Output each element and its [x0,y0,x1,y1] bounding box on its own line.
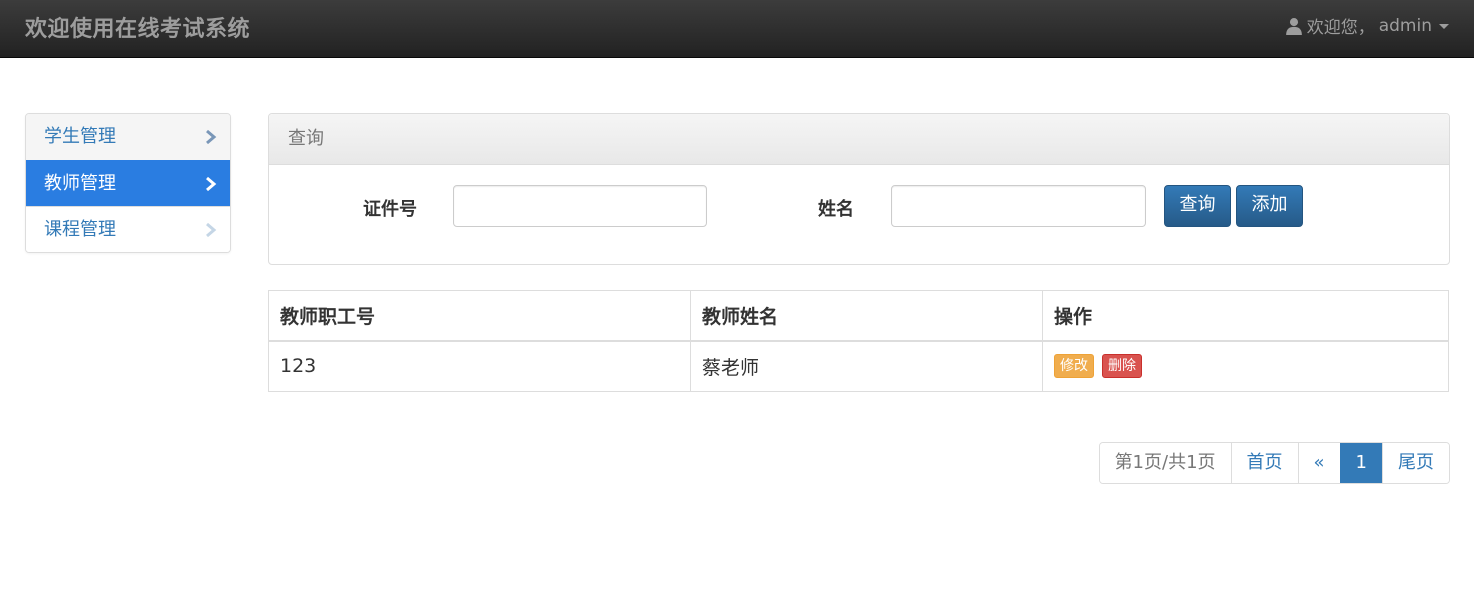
column-header-teacher-name: 教师姓名 [690,290,1043,342]
user-menu-dropdown[interactable]: 欢迎您， admin [1285,13,1449,38]
chevron-right-icon [206,176,217,192]
sidebar-item-label: 课程管理 [44,219,116,240]
sidebar-item-label: 教师管理 [44,173,116,194]
username: admin [1378,15,1432,36]
cell-teacher-name: 蔡老师 [690,340,1043,392]
name-input[interactable] [891,185,1146,227]
add-button[interactable]: 添加 [1236,185,1303,227]
cell-teacher-id: 123 [268,340,691,392]
cell-actions: 修改 删除 [1042,340,1449,392]
first-page-link[interactable]: 首页 [1230,443,1298,483]
id-number-input[interactable] [453,185,707,227]
table-header-row: 教师职工号 教师姓名 操作 [268,290,1449,342]
last-page-link[interactable]: 尾页 [1382,443,1449,483]
column-header-teacher-id: 教师职工号 [268,290,691,342]
column-header-actions: 操作 [1042,290,1449,342]
caret-down-icon [1439,24,1449,29]
page-info: 第1页/共1页 [1099,443,1231,483]
id-number-label: 证件号 [363,199,417,220]
edit-button[interactable]: 修改 [1054,354,1094,379]
app-brand[interactable]: 欢迎使用在线考试系统 [25,11,250,43]
delete-button[interactable]: 删除 [1102,354,1143,379]
name-label: 姓名 [818,199,854,220]
search-button[interactable]: 查询 [1164,185,1231,227]
current-page[interactable]: 1 [1339,443,1382,483]
panel-title: 查询 [269,114,1449,165]
table-row: 123 蔡老师 修改 删除 [268,340,1449,392]
top-navbar: 欢迎使用在线考试系统 欢迎您， admin [0,0,1474,58]
chevron-right-icon [206,129,217,145]
prev-page-link[interactable]: « [1297,443,1340,483]
user-icon [1285,17,1302,35]
sidebar-item-student-management[interactable]: 学生管理 [26,114,230,160]
teacher-table: 教师职工号 教师姓名 操作 123 蔡老师 修改 删除 [268,290,1449,392]
sidebar-item-course-management[interactable]: 课程管理 [26,206,230,252]
chevron-right-icon [206,222,217,238]
query-panel: 查询 证件号 姓名 查询 添加 [268,113,1450,265]
greeting-text: 欢迎您， [1306,18,1375,38]
sidebar-menu: 学生管理 教师管理 课程管理 [25,113,231,253]
sidebar-item-teacher-management[interactable]: 教师管理 [26,160,230,206]
pagination: 第1页/共1页 首页 « 1 尾页 [1098,442,1450,484]
sidebar-item-label: 学生管理 [44,126,116,147]
